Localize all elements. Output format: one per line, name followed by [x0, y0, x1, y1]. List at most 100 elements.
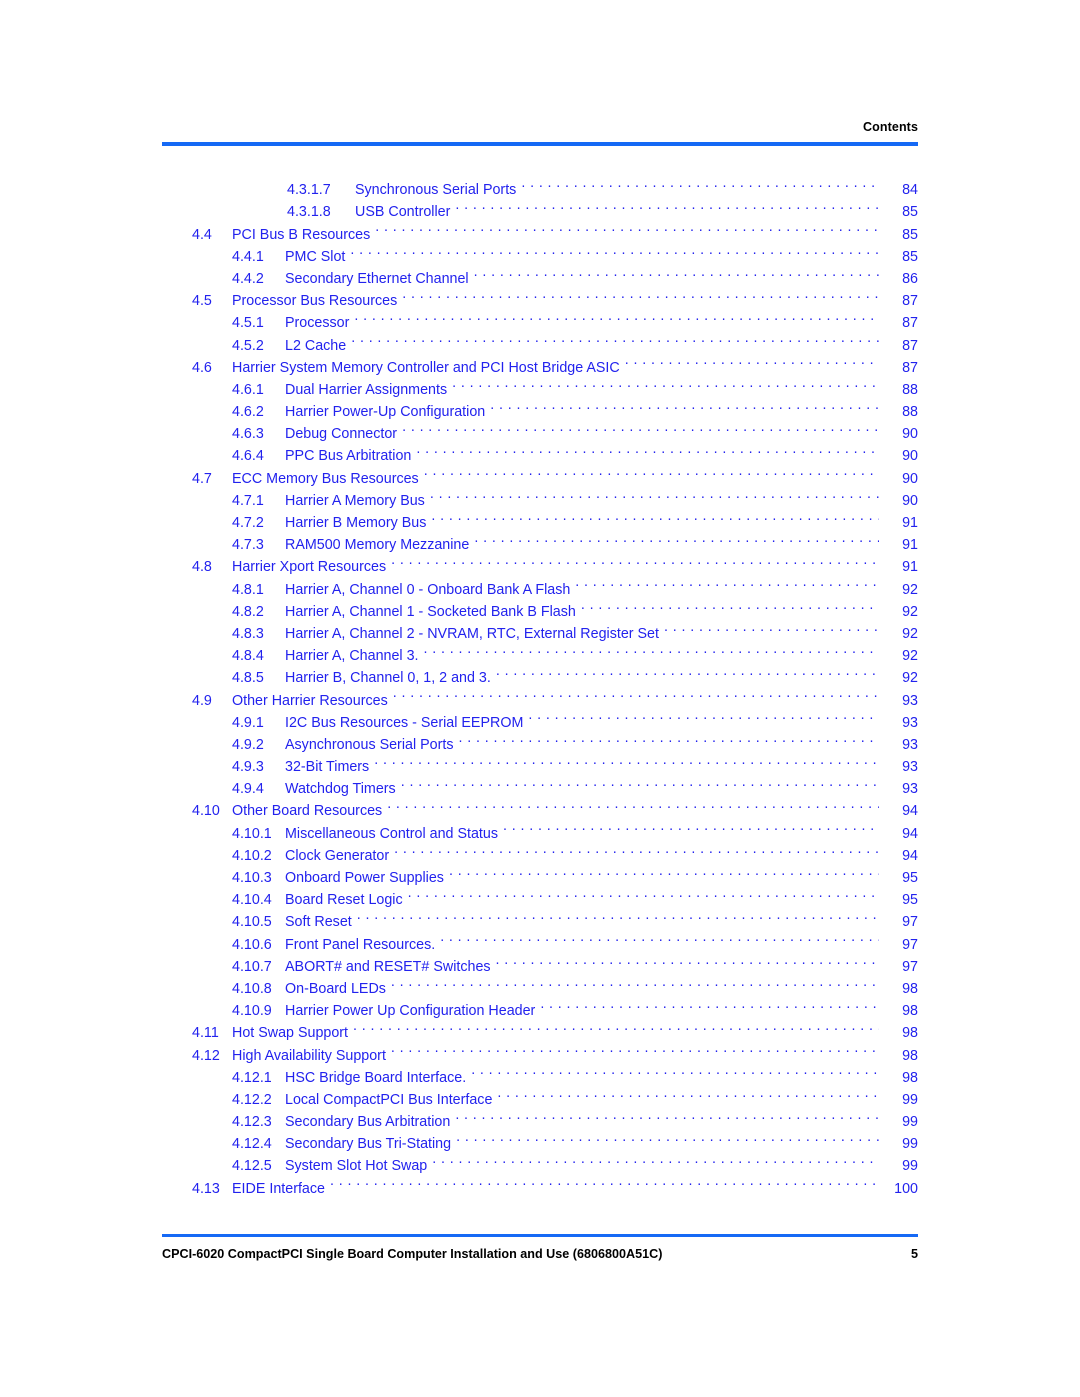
table-of-contents: 4.3.1.7Synchronous Serial Ports844.3.1.8…: [162, 172, 918, 1197]
toc-entry-number: 4.7: [192, 470, 212, 487]
toc-dot-leader: [394, 838, 879, 860]
toc-entry-number: 4.3.1.8: [287, 204, 331, 221]
toc-dot-leader: [474, 261, 879, 283]
toc-entry-page-number: 97: [902, 936, 918, 953]
toc-entry-number: 4.12.2: [232, 1091, 272, 1108]
toc-entry[interactable]: 4.3.1.8USB Controller85: [162, 194, 918, 220]
toc-entry-number: 4.6.4: [232, 448, 264, 465]
toc-dot-leader: [496, 949, 879, 971]
toc-dot-leader: [440, 926, 879, 948]
toc-entry-title: Secondary Bus Arbitration: [285, 1114, 451, 1131]
toc-dot-leader: [351, 327, 879, 349]
toc-entry-title: Watchdog Timers: [285, 781, 396, 798]
toc-entry-page-number: 98: [902, 1025, 918, 1042]
toc-entry-number: 4.7.1: [232, 492, 264, 509]
toc-entry-title: Soft Reset: [285, 914, 352, 931]
toc-entry-number: 4.8.3: [232, 625, 264, 642]
toc-dot-leader: [431, 505, 879, 527]
toc-entry-number: 4.6.1: [232, 381, 264, 398]
toc-entry-number: 4.12.4: [232, 1136, 272, 1153]
toc-entry-title: EIDE Interface: [232, 1180, 325, 1197]
toc-dot-leader: [496, 660, 879, 682]
toc-dot-leader: [391, 549, 879, 571]
toc-entry-page-number: 86: [902, 270, 918, 287]
toc-entry-page-number: 90: [902, 492, 918, 509]
page-header: Contents: [162, 120, 918, 146]
toc-entry-title: High Availability Support: [232, 1047, 386, 1064]
toc-dot-leader: [408, 882, 879, 904]
toc-dot-leader: [430, 483, 879, 505]
page-footer: CPCI-6020 CompactPCI Single Board Comput…: [162, 1234, 918, 1262]
toc-entry-page-number: 87: [902, 359, 918, 376]
toc-dot-leader: [625, 350, 879, 372]
toc-entry-title: Hot Swap Support: [232, 1025, 349, 1042]
toc-entry-number: 4.10.4: [232, 892, 272, 909]
toc-dot-leader: [521, 172, 879, 194]
toc-entry-page-number: 85: [902, 204, 918, 221]
toc-entry-page-number: 93: [902, 759, 918, 776]
toc-entry-number: 4.9: [192, 692, 212, 709]
toc-entry-page-number: 92: [902, 670, 918, 687]
toc-dot-leader: [458, 727, 879, 749]
toc-dot-leader: [387, 793, 879, 815]
toc-entry-number: 4.5: [192, 293, 212, 310]
toc-dot-leader: [374, 749, 879, 771]
toc-dot-leader: [375, 216, 879, 238]
toc-entry-title: Other Board Resources: [232, 803, 383, 820]
toc-entry-number: 4.10.7: [232, 958, 272, 975]
toc-entry-page-number: 99: [902, 1091, 918, 1108]
toc-entry-title: Front Panel Resources.: [285, 936, 436, 953]
toc-entry-number: 4.4.2: [232, 270, 264, 287]
toc-entry-number: 4.10.6: [232, 936, 272, 953]
toc-entry-page-number: 85: [902, 248, 918, 265]
toc-dot-leader: [528, 705, 879, 727]
toc-entry-page-number: 97: [902, 958, 918, 975]
toc-entry-page-number: 88: [902, 404, 918, 421]
toc-dot-leader: [452, 372, 879, 394]
toc-entry-number: 4.10.9: [232, 1003, 272, 1020]
toc-entry-page-number: 84: [902, 182, 918, 199]
toc-entry-number: 4.12: [192, 1047, 220, 1064]
toc-dot-leader: [471, 1060, 879, 1082]
toc-dot-leader: [424, 638, 879, 660]
toc-entry-number: 4.11: [192, 1025, 219, 1042]
toc-entry-page-number: 92: [902, 648, 918, 665]
toc-entry-number: 4.12.1: [232, 1069, 272, 1086]
toc-dot-leader: [402, 416, 879, 438]
toc-dot-leader: [416, 438, 879, 460]
toc-entry-page-number: 99: [902, 1158, 918, 1175]
toc-entry-number: 4.4: [192, 226, 212, 243]
toc-dot-leader: [402, 283, 879, 305]
toc-entry[interactable]: 4.3.1.7Synchronous Serial Ports84: [162, 172, 918, 198]
toc-dot-leader: [424, 460, 879, 482]
toc-entry-number: 4.5.2: [232, 337, 264, 354]
toc-entry-title: Harrier A, Channel 1 - Socketed Bank B F…: [285, 603, 576, 620]
toc-entry-page-number: 91: [902, 537, 918, 554]
toc-dot-leader: [455, 1104, 879, 1126]
toc-entry-title: Processor: [285, 315, 350, 332]
toc-entry-number: 4.4.1: [232, 248, 264, 265]
toc-entry-title: Harrier A Memory Bus: [285, 492, 425, 509]
header-rule: [162, 142, 918, 146]
toc-entry-number: 4.7.3: [232, 537, 264, 554]
toc-entry-title: PPC Bus Arbitration: [285, 448, 412, 465]
toc-entry-page-number: 87: [902, 315, 918, 332]
toc-dot-leader: [575, 571, 879, 593]
toc-entry-number: 4.5.1: [232, 315, 264, 332]
toc-entry-page-number: 92: [902, 581, 918, 598]
toc-dot-leader: [664, 616, 879, 638]
toc-entry-number: 4.10: [192, 803, 220, 820]
toc-entry-page-number: 95: [902, 892, 918, 909]
toc-entry-number: 4.10.8: [232, 980, 272, 997]
toc-entry[interactable]: 4.4PCI Bus B Resources85: [162, 216, 918, 242]
toc-entry-page-number: 98: [902, 980, 918, 997]
toc-entry-title: Debug Connector: [285, 426, 398, 443]
toc-entry-number: 4.12.5: [232, 1158, 272, 1175]
toc-entry-page-number: 98: [902, 1069, 918, 1086]
toc-entry-number: 4.8.2: [232, 603, 264, 620]
toc-entry-number: 4.6: [192, 359, 212, 376]
footer-rule: [162, 1234, 918, 1237]
toc-entry-title: ECC Memory Bus Resources: [232, 470, 419, 487]
toc-entry-number: 4.9.1: [232, 714, 264, 731]
toc-entry-page-number: 92: [902, 603, 918, 620]
